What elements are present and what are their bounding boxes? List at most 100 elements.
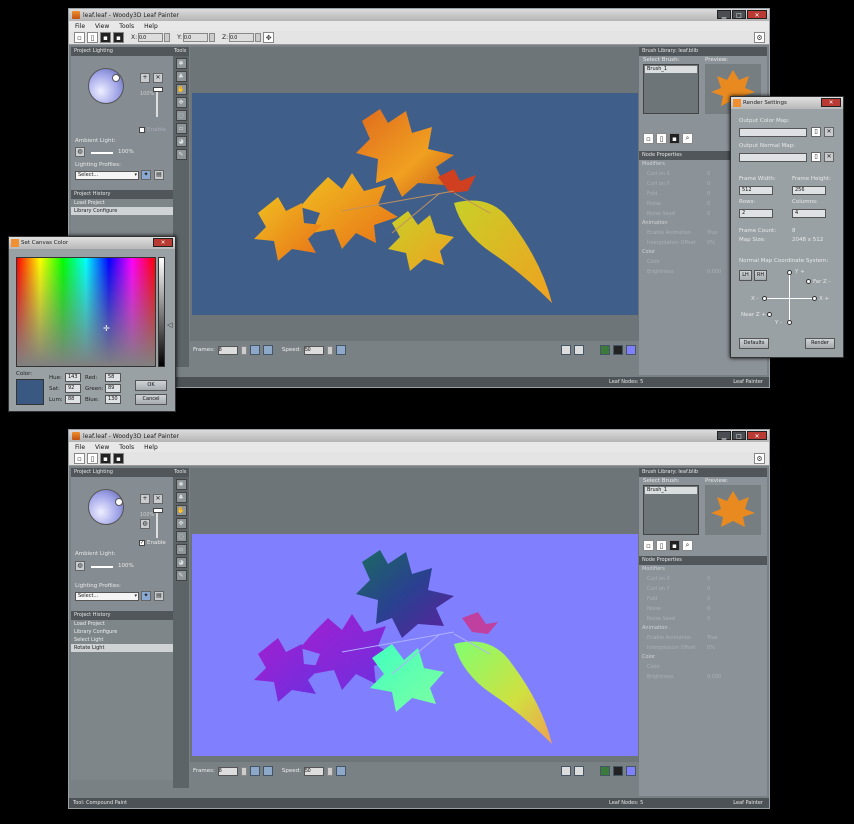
prop-curl-x[interactable]: Curl on X0 <box>639 574 767 584</box>
remove-light-button[interactable]: ✕ <box>153 73 163 83</box>
move-tool-icon[interactable]: ✥ <box>175 518 187 529</box>
save-brush-icon[interactable]: ▪ <box>669 540 680 551</box>
new-brush-icon[interactable]: ▫ <box>643 133 654 144</box>
clear-color-button[interactable]: ✕ <box>824 127 834 137</box>
save-icon[interactable]: ▪ <box>100 32 111 43</box>
color-mode-icon[interactable] <box>600 345 610 355</box>
leaf-canvas[interactable] <box>192 534 638 756</box>
x-spinner[interactable] <box>164 33 171 42</box>
color-category[interactable]: Color <box>639 653 767 662</box>
profiles-select[interactable]: Select... <box>75 592 139 601</box>
y-neg-radio[interactable] <box>787 320 792 325</box>
history-item[interactable]: Select Light <box>71 636 173 644</box>
ambient-color-button[interactable]: ◍ <box>75 561 85 571</box>
history-item[interactable]: Load Project <box>71 199 173 207</box>
brush-tool-icon[interactable]: ✎ <box>175 149 187 160</box>
y-pos-radio[interactable] <box>787 270 792 275</box>
history-item[interactable]: Library Configure <box>71 207 173 215</box>
near-z-radio[interactable] <box>767 312 772 317</box>
light-globe[interactable] <box>88 489 124 525</box>
blue-field[interactable]: 130 <box>105 395 121 404</box>
profiles-select[interactable]: Select... <box>75 171 139 180</box>
open-file-icon[interactable]: ▯ <box>87 32 98 43</box>
clear-normal-button[interactable]: ✕ <box>824 152 834 162</box>
rows-field[interactable]: 2 <box>739 209 773 218</box>
z-input[interactable] <box>229 33 255 42</box>
output-normal-field[interactable] <box>739 153 807 162</box>
prop-noise-seed[interactable]: Noise Seed 0 <box>639 614 767 624</box>
y-spinner[interactable] <box>209 33 216 42</box>
speed-spinner[interactable] <box>326 766 333 776</box>
play-icon[interactable] <box>262 345 273 355</box>
rotate-tool-icon[interactable]: ◌ <box>175 110 187 121</box>
save-icon[interactable]: ▪ <box>100 453 111 464</box>
browse-normal-button[interactable]: ▯ <box>811 152 821 162</box>
leaf-canvas[interactable] <box>192 93 638 315</box>
grid-icon[interactable] <box>561 345 571 355</box>
speed-input[interactable] <box>303 766 324 776</box>
remove-light-button[interactable]: ✕ <box>153 494 163 504</box>
rh-button[interactable]: RH <box>754 270 767 281</box>
y-input[interactable] <box>183 33 209 42</box>
menu-help[interactable]: Help <box>144 444 158 451</box>
normal-mode-icon[interactable] <box>626 766 636 776</box>
menu-view[interactable]: View <box>95 23 109 30</box>
search-brush-icon[interactable]: ⌕ <box>682 540 693 551</box>
frame-width-field[interactable]: 512 <box>739 186 773 195</box>
alpha-mode-icon[interactable] <box>613 345 623 355</box>
layout-icon[interactable] <box>574 345 584 355</box>
color-mode-icon[interactable] <box>600 766 610 776</box>
prop-brightness[interactable]: Brightness 0.000 <box>639 672 767 682</box>
close-button[interactable]: ✕ <box>747 10 767 19</box>
dialog-close-button[interactable]: ✕ <box>153 238 173 247</box>
intensity-slider[interactable] <box>153 508 163 538</box>
brush-item[interactable]: Brush_1 <box>645 487 697 494</box>
light-knob[interactable] <box>112 74 120 82</box>
lum-field[interactable]: 88 <box>65 395 81 404</box>
scale-tool-icon[interactable]: ▫ <box>175 123 187 134</box>
save-as-icon[interactable]: ▪ <box>113 453 124 464</box>
menu-file[interactable]: File <box>75 444 85 451</box>
grid-icon[interactable] <box>561 766 571 776</box>
modifiers-category[interactable]: Modifiers <box>639 565 767 574</box>
brush-tool-icon[interactable]: ✎ <box>175 570 187 581</box>
dialog-close-button[interactable]: ✕ <box>821 98 841 107</box>
minimize-button[interactable]: ▁ <box>717 10 731 19</box>
new-file-icon[interactable]: ▫ <box>74 32 85 43</box>
settings-icon[interactable]: ⚙ <box>754 453 765 464</box>
minimize-button[interactable]: ▁ <box>717 431 731 440</box>
frames-spinner[interactable] <box>240 345 247 355</box>
ambient-color-button[interactable]: ◍ <box>75 147 85 157</box>
intensity-slider[interactable] <box>153 87 163 117</box>
columns-field[interactable]: 4 <box>792 209 826 218</box>
frames-input[interactable] <box>217 345 238 355</box>
search-brush-icon[interactable]: ⌕ <box>682 133 693 144</box>
render-button[interactable]: Render <box>805 338 835 349</box>
save-profile-button[interactable]: ✦ <box>141 170 151 180</box>
far-z-radio[interactable] <box>806 279 811 284</box>
scale-tool-icon[interactable]: ▫ <box>175 544 187 555</box>
x-input[interactable] <box>138 33 164 42</box>
save-brush-icon[interactable]: ▪ <box>669 133 680 144</box>
first-frame-icon[interactable] <box>249 766 260 776</box>
luminance-bar[interactable] <box>158 257 165 367</box>
frame-height-field[interactable]: 256 <box>792 186 826 195</box>
ok-button[interactable]: OK <box>135 380 167 391</box>
enable-checkbox[interactable] <box>139 127 145 133</box>
browse-color-button[interactable]: ▯ <box>811 127 821 137</box>
delete-profile-button[interactable]: ▤ <box>154 591 164 601</box>
brush-item[interactable]: Brush_1 <box>645 66 697 73</box>
layout-icon[interactable] <box>574 766 584 776</box>
light-globe[interactable] <box>88 68 124 104</box>
delete-profile-button[interactable]: ▤ <box>154 170 164 180</box>
open-file-icon[interactable]: ▯ <box>87 453 98 464</box>
open-brush-icon[interactable]: ▯ <box>656 133 667 144</box>
normal-mode-icon[interactable] <box>626 345 636 355</box>
color-tool-icon[interactable]: ◕ <box>175 136 187 147</box>
paint-tool-icon[interactable]: ✱ <box>175 479 187 490</box>
color-tool-icon[interactable]: ◕ <box>175 557 187 568</box>
ambient-slider[interactable] <box>91 152 113 154</box>
move-axis-icon[interactable]: ✥ <box>263 32 275 43</box>
green-field[interactable]: 89 <box>105 384 121 393</box>
enable-checkbox[interactable]: ✓ <box>139 540 145 546</box>
